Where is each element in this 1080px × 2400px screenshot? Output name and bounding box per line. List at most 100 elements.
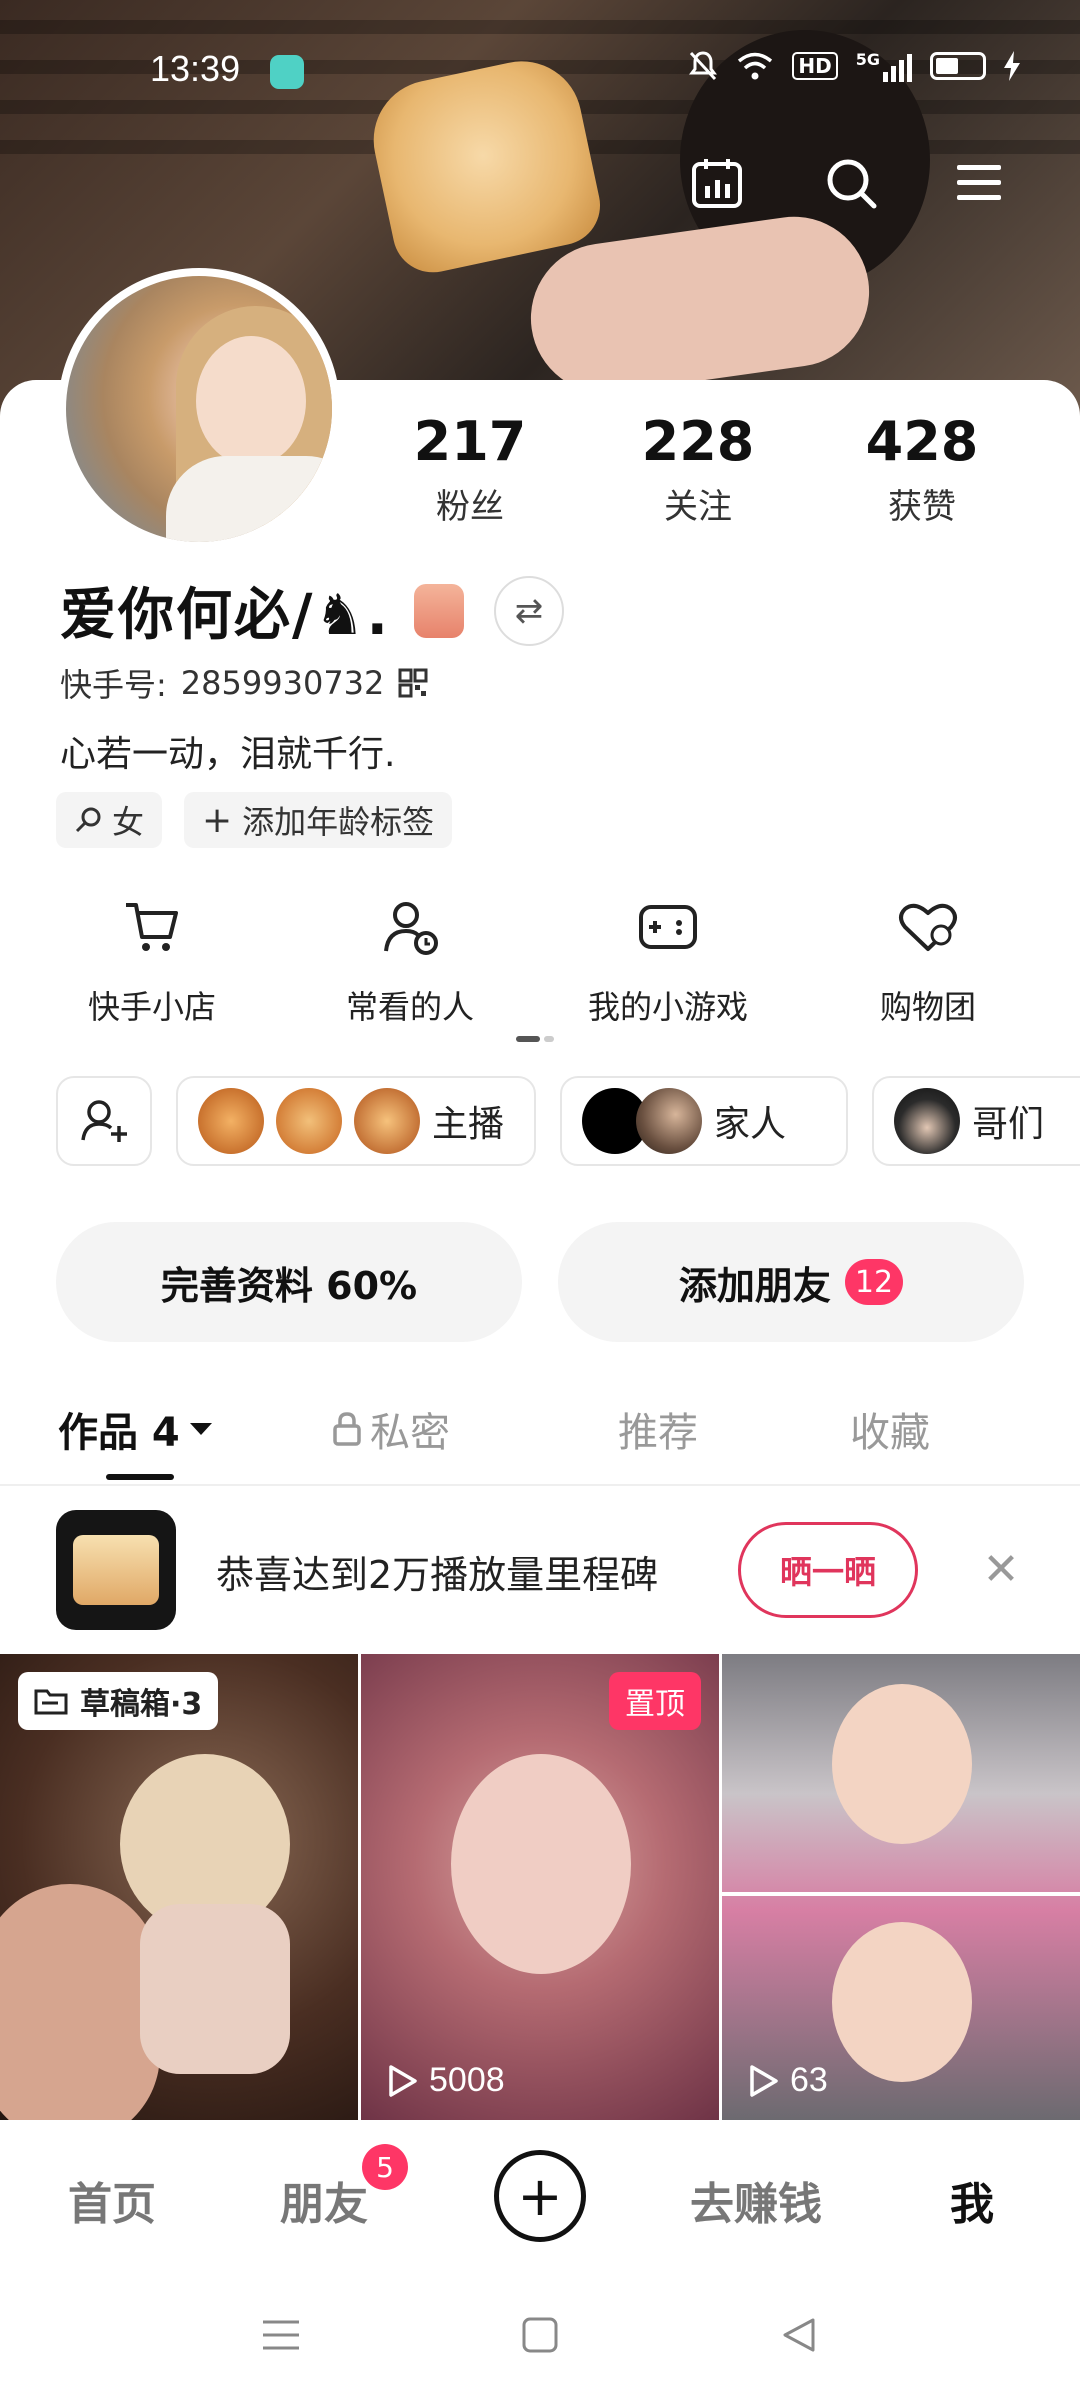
shortcut-label: 快手小店 bbox=[87, 988, 216, 1026]
tab-favorites-label: 收藏 bbox=[850, 1410, 930, 1456]
nav-earn[interactable]: 去赚钱 bbox=[690, 2168, 822, 2232]
add-user-button[interactable] bbox=[56, 1076, 152, 1166]
square-icon bbox=[522, 2317, 558, 2353]
tab-works-label: 作品 4 bbox=[58, 1410, 180, 1456]
shortcut-label: 常看的人 bbox=[345, 988, 474, 1026]
lock-icon bbox=[333, 1412, 361, 1446]
member-avatar bbox=[636, 1088, 702, 1154]
shortcut-label: 购物团 bbox=[879, 988, 976, 1026]
menu-lines-icon bbox=[263, 2320, 299, 2350]
status-icons: HD 5G bbox=[688, 50, 1020, 82]
tab-private[interactable]: 私密 bbox=[332, 1400, 450, 1458]
wifi-icon bbox=[738, 52, 773, 80]
battery-icon bbox=[930, 52, 986, 80]
system-menu-button[interactable] bbox=[256, 2310, 306, 2360]
chip-bros-group[interactable]: 哥们 bbox=[872, 1076, 1080, 1166]
chip-family-group[interactable]: 家人 bbox=[560, 1076, 848, 1166]
nav-friends[interactable]: 朋友 bbox=[280, 2168, 368, 2232]
play-count-value: 63 bbox=[790, 2061, 828, 2099]
play-count: 63 bbox=[748, 2061, 828, 2100]
hd-badge: HD bbox=[792, 52, 838, 80]
shortcut-frequent[interactable]: 常看的人 bbox=[300, 892, 520, 1028]
tag-add-age[interactable]: + 添加年龄标签 bbox=[184, 792, 453, 848]
video-tile-drafts[interactable]: 草稿箱·3 bbox=[0, 1654, 358, 2120]
stat-following[interactable]: 228 关注 bbox=[608, 410, 788, 528]
avatar[interactable] bbox=[58, 268, 340, 550]
heart-group-icon bbox=[899, 903, 957, 951]
bio[interactable]: 心若一动，泪就千行. bbox=[60, 725, 395, 777]
chip-label: 家人 bbox=[714, 1104, 787, 1145]
nickname[interactable]: 爱你何必/♞. bbox=[60, 570, 390, 651]
complete-profile-button[interactable]: 完善资料 60% bbox=[56, 1222, 522, 1342]
gamepad-icon bbox=[639, 905, 697, 949]
bear-avatar bbox=[276, 1088, 342, 1154]
video-tile[interactable]: 63 bbox=[722, 1654, 1080, 2120]
stat-label: 粉丝 bbox=[436, 487, 504, 527]
status-time: 13:39 bbox=[150, 48, 241, 89]
create-button[interactable]: + bbox=[494, 2150, 586, 2242]
play-count: 5008 bbox=[387, 2061, 505, 2100]
friends-count-badge: 12 bbox=[844, 1259, 904, 1305]
tab-recommend-label: 推荐 bbox=[618, 1410, 698, 1456]
shortcut-group[interactable]: 购物团 bbox=[818, 892, 1038, 1028]
tag-gender-label: 女 bbox=[112, 803, 145, 841]
charging-icon bbox=[1004, 51, 1020, 81]
nav-friends-badge: 5 bbox=[362, 2144, 408, 2190]
signal-icon: 5G bbox=[856, 50, 912, 82]
tag-add-age-label: 添加年龄标签 bbox=[242, 803, 435, 841]
nav-me[interactable]: 我 bbox=[950, 2168, 994, 2232]
dropdown-triangle-icon bbox=[189, 1423, 212, 1435]
shortcut-games[interactable]: 我的小游戏 bbox=[558, 892, 778, 1028]
shortcut-label: 我的小游戏 bbox=[587, 988, 748, 1026]
active-tab-indicator bbox=[106, 1474, 174, 1480]
milestone-banner[interactable]: 恭喜达到2万播放量里程碑 晒一晒 ✕ bbox=[0, 1486, 1080, 1654]
system-back-button[interactable] bbox=[774, 2310, 824, 2360]
chip-host-group[interactable]: 主播 bbox=[176, 1076, 536, 1166]
menu-icon[interactable] bbox=[946, 150, 1012, 216]
back-triangle-icon bbox=[783, 2318, 815, 2352]
switch-account-button[interactable]: ⇄ bbox=[493, 575, 564, 646]
plus-icon: + bbox=[202, 799, 233, 841]
play-icon bbox=[750, 2064, 778, 2097]
system-home-button[interactable] bbox=[515, 2310, 565, 2360]
female-icon bbox=[75, 807, 101, 833]
tab-works[interactable]: 作品 4 bbox=[58, 1400, 214, 1458]
video-tile-pinned[interactable]: 置顶 5008 bbox=[361, 1654, 719, 2120]
pinned-badge: 置顶 bbox=[609, 1672, 701, 1730]
milestone-trophy-icon bbox=[56, 1510, 176, 1630]
stat-label: 获赞 bbox=[888, 487, 956, 527]
kwai-id-row[interactable]: 快手号: 2859930732 bbox=[60, 660, 428, 706]
status-bar: 13:39 HD 5G bbox=[0, 0, 1080, 140]
notification-app-icon bbox=[270, 55, 304, 89]
shortcut-shop[interactable]: 快手小店 bbox=[42, 892, 262, 1028]
qr-code-icon[interactable] bbox=[398, 668, 428, 698]
name-row: 爱你何必/♞. ⇄ bbox=[60, 570, 564, 651]
bear-avatar bbox=[198, 1088, 264, 1154]
add-friends-button[interactable]: 添加朋友 12 bbox=[558, 1222, 1024, 1342]
share-button[interactable]: 晒一晒 bbox=[738, 1522, 918, 1618]
calendar-icon[interactable] bbox=[684, 150, 750, 216]
kwai-id-label: 快手号: bbox=[60, 666, 167, 704]
tag-gender[interactable]: 女 bbox=[56, 792, 163, 848]
bear-avatar bbox=[354, 1088, 420, 1154]
nav-home[interactable]: 首页 bbox=[68, 2168, 156, 2232]
folder-icon bbox=[34, 1689, 68, 1715]
tab-favorites[interactable]: 收藏 bbox=[850, 1400, 930, 1458]
signal-label: 5G bbox=[855, 50, 880, 69]
cart-icon bbox=[126, 903, 178, 951]
tab-private-label: 私密 bbox=[370, 1410, 450, 1456]
play-count-value: 5008 bbox=[429, 2061, 505, 2099]
level-badge-icon[interactable] bbox=[413, 583, 464, 638]
stat-value: 217 bbox=[413, 410, 527, 473]
member-avatar bbox=[894, 1088, 960, 1154]
system-nav-bar bbox=[0, 2270, 1080, 2400]
stat-value: 428 bbox=[865, 410, 979, 473]
chip-label: 主播 bbox=[432, 1104, 505, 1145]
tab-recommend[interactable]: 推荐 bbox=[618, 1400, 698, 1458]
search-icon[interactable] bbox=[818, 150, 884, 216]
chip-label: 哥们 bbox=[972, 1104, 1045, 1145]
stat-fans[interactable]: 217 粉丝 bbox=[380, 410, 560, 528]
close-icon[interactable]: ✕ bbox=[976, 1544, 1026, 1595]
add-user-icon bbox=[81, 1100, 127, 1142]
stat-likes[interactable]: 428 获赞 bbox=[832, 410, 1012, 528]
